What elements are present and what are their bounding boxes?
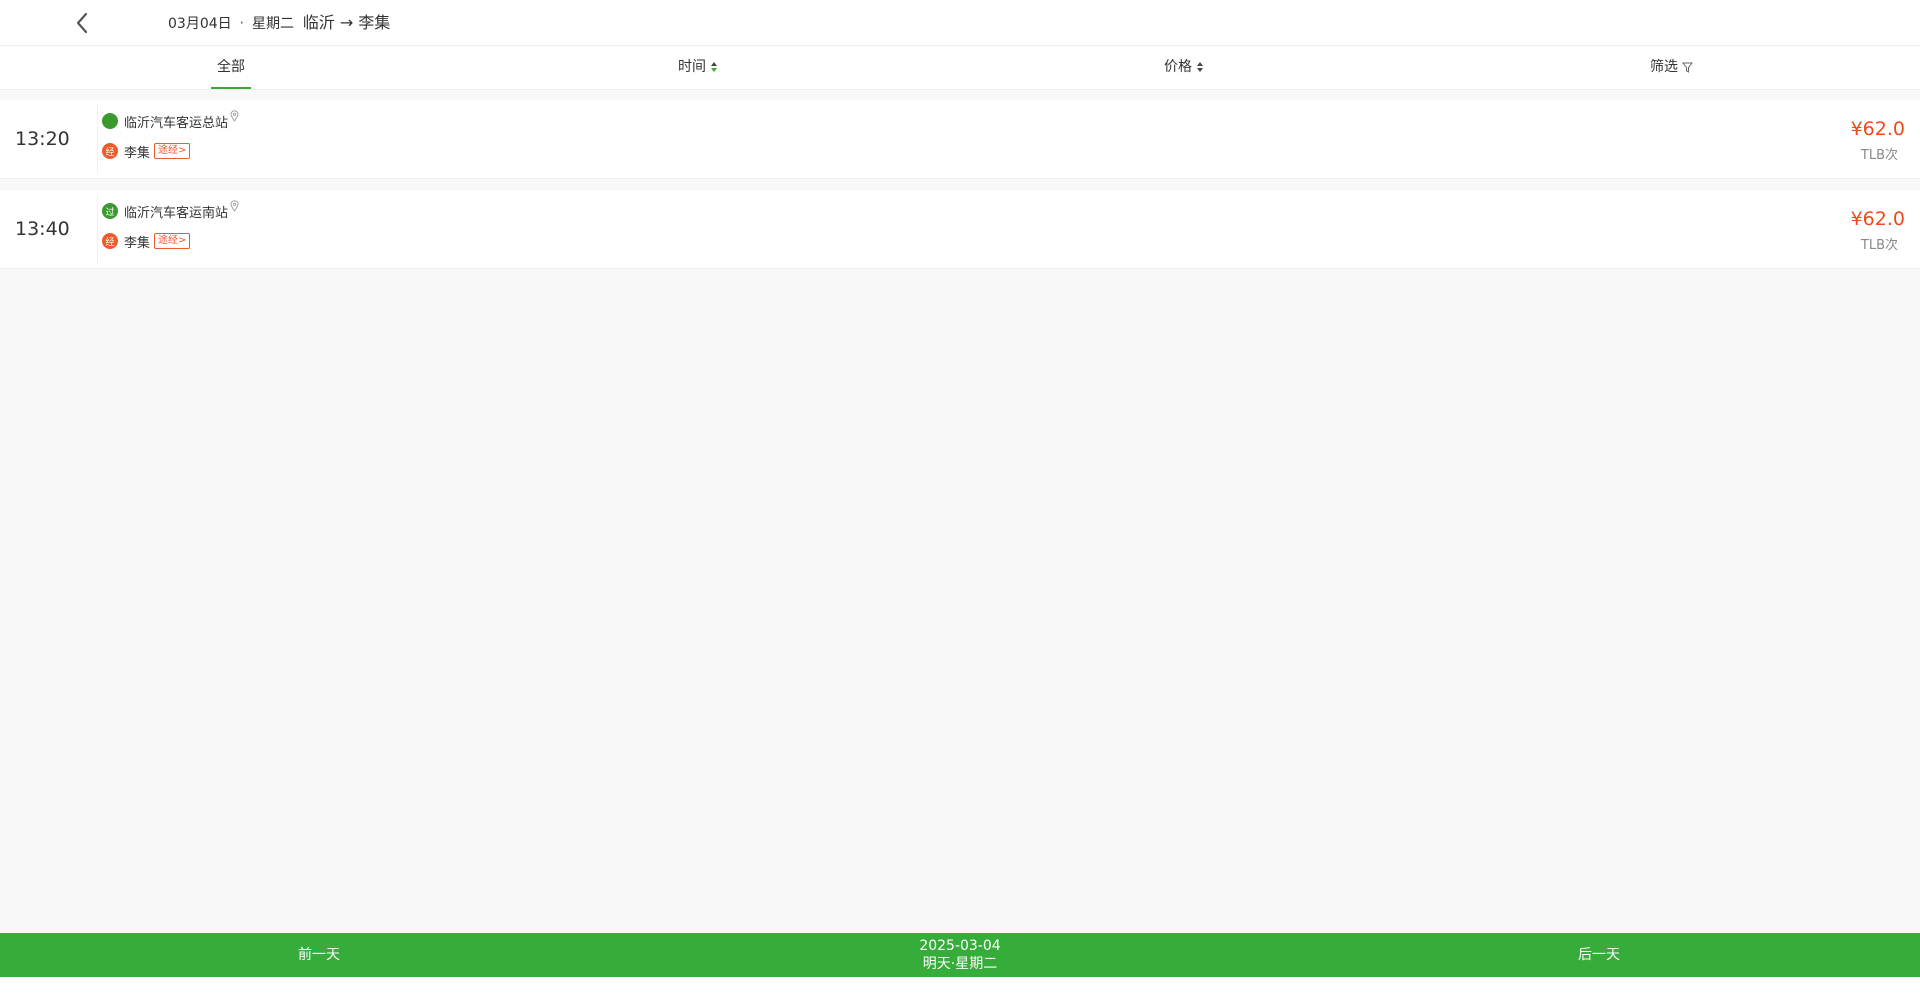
route-detail-tag[interactable]: 途经> [154,233,191,249]
map-pin-icon[interactable] [230,200,239,212]
ticket-price: ¥62.0 [1850,118,1905,140]
departure-station-name: 临沂汽车客运总站 [124,115,229,131]
map-pin-icon[interactable] [230,110,239,122]
tab-all-label: 全部 [217,59,245,75]
row-divider [97,104,98,174]
tab-price-label: 价格 [1164,59,1192,75]
trip-list: 13:20 临沂汽车客运总站 经 李集 途经> ¥62.0 TLB次 13:40… [0,90,1920,933]
tab-all[interactable]: 全部 [211,46,251,89]
trip-note: TLB次 [1860,238,1898,253]
ticket-price: ¥62.0 [1850,208,1905,230]
sort-icon [711,62,717,72]
start-dot-icon [102,113,118,129]
sort-icon [1197,62,1203,72]
filter-icon [1681,62,1694,73]
tab-time[interactable]: 时间 [678,46,718,89]
trip-row[interactable]: 13:20 临沂汽车客运总站 经 李集 途经> ¥62.0 TLB次 [0,100,1920,179]
footer-spacer [0,977,1920,999]
arrival-station: 经 李集 途经> [102,141,191,161]
arrival-station-name: 李集 [124,235,151,251]
pass-badge-icon: 过 [102,203,118,219]
row-divider [97,194,98,264]
travel-date: 03月04日 [168,16,232,32]
tab-filter-label: 筛选 [1650,59,1678,75]
via-badge-icon: 经 [102,143,118,159]
filter-tabs: 全部 时间 价格 筛选 [0,46,1920,90]
trip-note: TLB次 [1860,148,1898,163]
back-button[interactable] [68,8,98,38]
next-day-button[interactable]: 后一天 [1578,933,1620,977]
header-bar: 03月04日 · 星期二 临沂 → 李集 [0,0,1920,46]
route-detail-tag[interactable]: 途经> [154,143,191,159]
trip-row[interactable]: 13:40 过 临沂汽车客运南站 经 李集 途经> ¥62.0 TLB次 [0,190,1920,269]
page-title: 03月04日 · 星期二 临沂 → 李集 [168,0,390,45]
departure-time: 13:20 [15,128,70,150]
departure-time: 13:40 [15,218,70,240]
date-switch-bar: 前一天 2025-03-04 明天·星期二 后一天 [0,933,1920,977]
current-date: 2025-03-04 [919,938,1001,954]
arrival-station-name: 李集 [124,145,151,161]
route-label: 临沂 → 李集 [302,13,391,32]
departure-station: 过 临沂汽车客运南站 [102,200,239,221]
via-badge-icon: 经 [102,233,118,249]
departure-station-name: 临沂汽车客运南站 [124,205,229,221]
current-day-label: 明天·星期二 [922,956,998,972]
prev-day-button[interactable]: 前一天 [298,933,340,977]
tab-filter[interactable]: 筛选 [1650,46,1694,89]
chevron-left-icon [76,12,88,34]
tab-time-label: 时间 [678,59,706,75]
title-separator: · [239,14,245,32]
departure-station: 临沂汽车客运总站 [102,110,239,131]
tab-price[interactable]: 价格 [1164,46,1204,89]
arrival-station: 经 李集 途经> [102,231,191,251]
travel-weekday: 星期二 [251,16,294,32]
current-date-button[interactable]: 2025-03-04 明天·星期二 [880,937,1040,973]
